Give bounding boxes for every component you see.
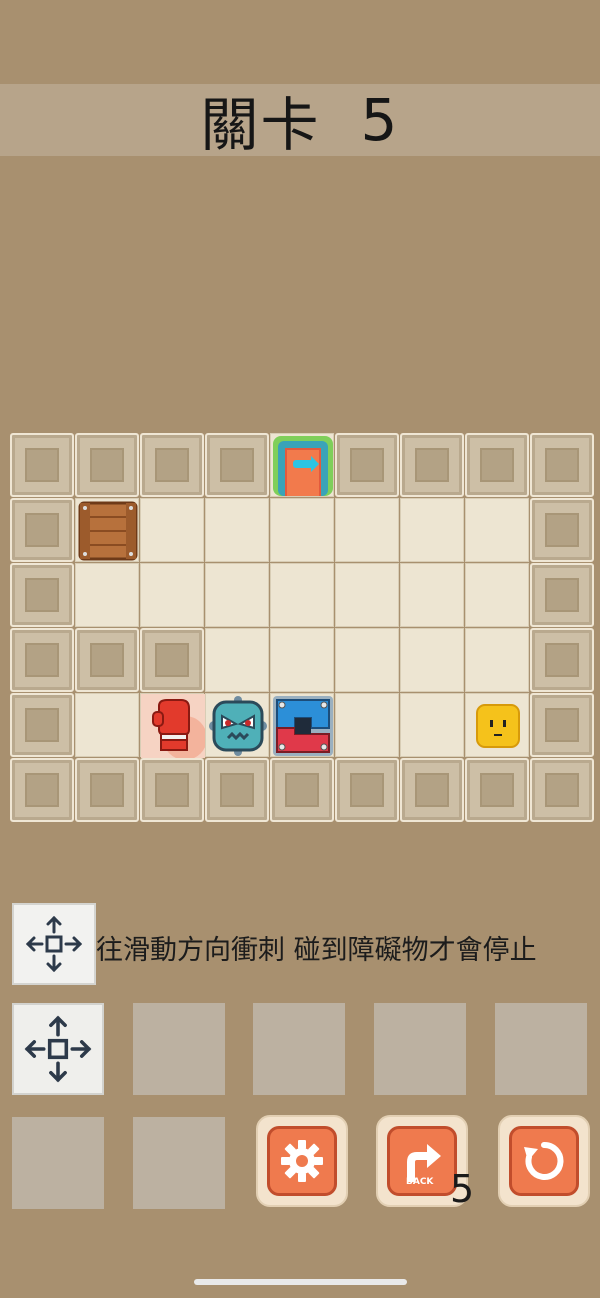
floor-tile: [75, 498, 139, 562]
wall-tile: [465, 758, 529, 822]
empty-card-slot: [12, 1117, 104, 1209]
wall-tile: [530, 433, 594, 497]
floor-tile: [335, 563, 399, 627]
floor-tile: [400, 498, 464, 562]
wall-tile: [75, 628, 139, 692]
gear-icon: [281, 1140, 323, 1182]
floor-tile: [270, 628, 334, 692]
floor-tile: [335, 693, 399, 757]
wall-tile: [10, 693, 74, 757]
floor-tile: [465, 498, 529, 562]
settings-button[interactable]: [256, 1115, 348, 1207]
floor-tile: [205, 693, 269, 757]
floor-tile: [140, 498, 204, 562]
floor-tile: [465, 628, 529, 692]
level-number: 5: [360, 86, 400, 154]
floor-tile: [270, 693, 334, 757]
floor-tile: [400, 693, 464, 757]
wall-tile: [140, 758, 204, 822]
empty-card-slot: [253, 1003, 345, 1095]
floor-tile: [270, 433, 334, 497]
wall-tile: [205, 433, 269, 497]
move-card-slot[interactable]: [12, 1003, 104, 1095]
wall-tile: [75, 758, 139, 822]
floor-tile: [205, 563, 269, 627]
floor-tile: [205, 628, 269, 692]
move-arrows-icon: [24, 1015, 92, 1083]
floor-tile: [75, 563, 139, 627]
wall-tile: [205, 758, 269, 822]
empty-card-slot: [495, 1003, 587, 1095]
wall-tile: [10, 758, 74, 822]
wall-tile: [530, 758, 594, 822]
restart-button[interactable]: [498, 1115, 590, 1207]
wall-tile: [335, 433, 399, 497]
back-label: BACK: [406, 1177, 434, 1187]
empty-card-slot: [133, 1117, 225, 1209]
empty-card-slot: [133, 1003, 225, 1095]
boxing-glove-icon: [141, 694, 205, 758]
floor-tile: [140, 563, 204, 627]
game-board[interactable]: [10, 433, 595, 823]
restart-icon: [524, 1141, 564, 1180]
floor-tile: [140, 693, 205, 758]
floor-tile: [270, 563, 334, 627]
yellow-block-hero-icon[interactable]: [466, 694, 530, 758]
wall-tile: [400, 758, 464, 822]
wall-tile: [400, 433, 464, 497]
wall-tile: [530, 498, 594, 562]
wall-tile: [530, 628, 594, 692]
wall-tile: [465, 433, 529, 497]
hint-text: 往滑動方向衝刺 碰到障礙物才會停止: [96, 935, 537, 966]
home-indicator[interactable]: [194, 1279, 407, 1285]
level-label: 關卡: [200, 91, 321, 159]
wall-tile: [75, 433, 139, 497]
floor-tile: [400, 563, 464, 627]
wall-tile: [140, 433, 204, 497]
back-count: 5: [450, 1167, 475, 1211]
wooden-crate-icon: [76, 499, 140, 563]
floor-tile: [465, 563, 529, 627]
move-arrows-icon: [12, 903, 96, 985]
exit-door-icon: [271, 434, 335, 498]
wall-tile: [10, 563, 74, 627]
floor-tile: [335, 498, 399, 562]
wall-tile: [530, 563, 594, 627]
wall-tile: [270, 758, 334, 822]
wall-tile: [335, 758, 399, 822]
floor-tile: [75, 693, 139, 757]
level-title-bar: 關卡 5: [0, 84, 600, 159]
wall-tile: [10, 433, 74, 497]
wall-tile: [10, 498, 74, 562]
floor-tile: [205, 498, 269, 562]
empty-card-slot: [374, 1003, 466, 1095]
spiky-monster-icon: [206, 694, 270, 758]
wall-tile: [140, 628, 204, 692]
floor-tile: [335, 628, 399, 692]
back-button[interactable]: BACK 5: [376, 1115, 474, 1211]
magnet-block-icon: [271, 694, 335, 758]
floor-tile: [465, 693, 529, 757]
floor-tile: [400, 628, 464, 692]
floor-tile: [270, 498, 334, 562]
wall-tile: [10, 628, 74, 692]
wall-tile: [530, 693, 594, 757]
